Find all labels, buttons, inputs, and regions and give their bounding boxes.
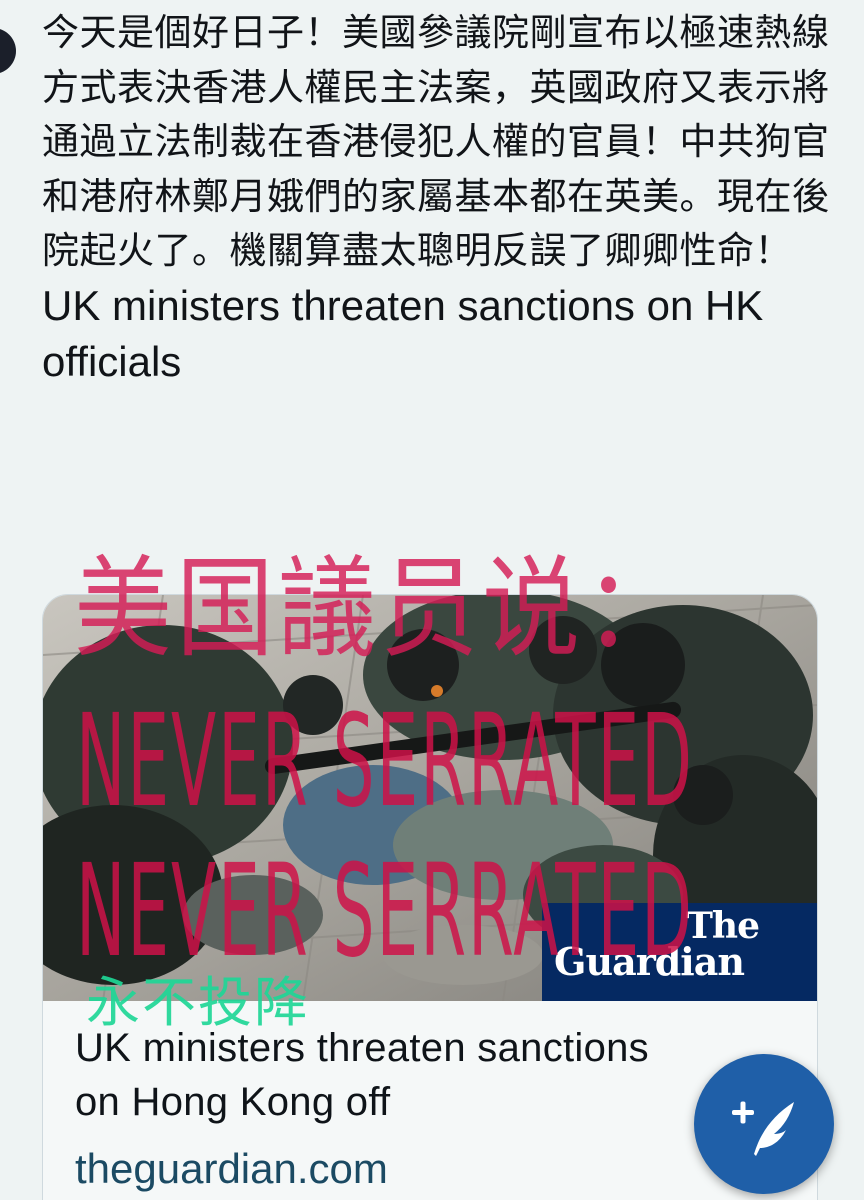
avatar[interactable] bbox=[0, 28, 16, 74]
compose-feather-icon bbox=[732, 1101, 794, 1156]
card-image[interactable]: The Guardian bbox=[43, 595, 817, 1001]
card-domain[interactable]: theguardian.com bbox=[75, 1145, 388, 1193]
tweet-text-english[interactable]: UK ministers threaten sanctions on HK of… bbox=[42, 282, 763, 386]
tweet-text-chinese: 今天是個好日子！美國參議院剛宣布以極速熱線方式表決香港人權民主法案，英國政府又表… bbox=[42, 11, 830, 272]
guardian-logo: The Guardian bbox=[542, 903, 817, 1001]
guardian-logo-name: Guardian bbox=[554, 939, 745, 984]
compose-button[interactable] bbox=[694, 1054, 834, 1194]
card-title[interactable]: UK ministers threaten sanctions on Hong … bbox=[75, 1021, 695, 1129]
tweet-text: 今天是個好日子！美國參議院剛宣布以極速熱線方式表決香港人權民主法案，英國政府又表… bbox=[42, 6, 832, 392]
